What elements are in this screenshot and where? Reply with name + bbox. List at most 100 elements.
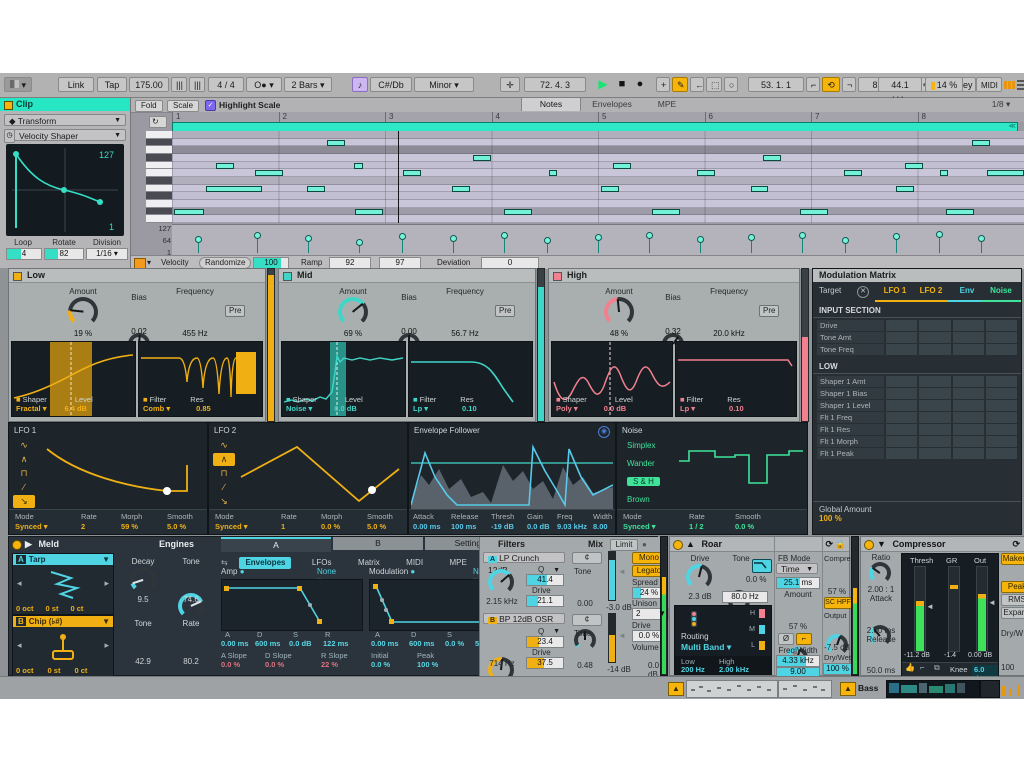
piano-key[interactable]	[146, 215, 172, 223]
amp-env-display[interactable]	[221, 579, 363, 631]
new-midi-icon[interactable]: +	[656, 77, 670, 92]
selection-box-icon[interactable]: ⬚	[706, 77, 722, 92]
division-menu[interactable]: 1/16 ▾	[86, 248, 128, 260]
expand-button[interactable]: Expand	[1001, 607, 1024, 619]
warning-triangle-icon[interactable]: ▲	[840, 682, 856, 696]
filter-display[interactable]: ■ FilterRes Lp ▾0.10	[408, 341, 533, 417]
midi-note[interactable]	[452, 186, 470, 192]
matrix-cell[interactable]	[919, 436, 950, 447]
band-header[interactable]: Low	[9, 269, 265, 283]
velocity-marker[interactable]	[598, 237, 599, 253]
window-mode-icon[interactable]: ▾	[4, 77, 32, 92]
velocity-marker[interactable]	[308, 238, 309, 253]
mode-value[interactable]: Synced ▾	[623, 522, 656, 531]
hot-swap-icon[interactable]: ⟳	[1012, 537, 1020, 551]
hamburger-menu-icon[interactable]	[1017, 80, 1024, 82]
velocity-marker[interactable]	[981, 238, 982, 253]
quantize-menu[interactable]: 2 Bars ▾	[284, 77, 332, 92]
matrix-cell[interactable]	[919, 412, 950, 423]
clip-thumbnail[interactable]	[686, 680, 778, 698]
cpu-meter-field[interactable]: 14 % ▾	[925, 77, 963, 92]
expand-icon[interactable]: ▲	[686, 539, 695, 549]
stop-button[interactable]: ■	[614, 77, 630, 92]
piano-key[interactable]	[146, 169, 172, 177]
matrix-cell[interactable]	[953, 412, 984, 423]
lfo2-curve[interactable]	[239, 435, 403, 509]
lfo-shape-sawdown-icon[interactable]: ↘	[13, 495, 35, 508]
velocity-marker[interactable]	[939, 234, 940, 253]
matrix-col-noise[interactable]: Noise	[981, 282, 1021, 302]
midi-note[interactable]	[896, 186, 914, 192]
shaper-display[interactable]: ■ ShaperLevel Poly ▾0.0 dB	[551, 341, 673, 417]
matrix-cell[interactable]	[919, 448, 950, 459]
matrix-cell[interactable]	[919, 424, 950, 435]
phase-invert-button[interactable]: Ø	[778, 633, 794, 645]
mix-b-slider-handle[interactable]: ◄	[618, 631, 626, 640]
midi-note[interactable]	[905, 163, 923, 169]
scale-mode-icon[interactable]: ♪	[352, 77, 368, 92]
fb-mode-menu[interactable]: Time▼	[776, 563, 818, 574]
tone-filter-icon[interactable]	[752, 559, 772, 573]
noise-option-brown[interactable]: Brown	[627, 495, 650, 504]
fold-button[interactable]: Fold	[135, 100, 163, 112]
mix-a-pan[interactable]: ¢	[572, 552, 602, 564]
tempo-field[interactable]: 175.00	[129, 77, 169, 92]
unison-menu[interactable]: 2▼	[632, 608, 669, 620]
noise-display[interactable]	[677, 437, 805, 509]
pre-button[interactable]: Pre	[759, 305, 779, 317]
compressor-title-bar[interactable]: ▼ Compressor ⟳	[861, 537, 1024, 552]
filter-a-type-menu[interactable]: ALP Crunch 12dB▼	[483, 552, 565, 563]
engine-b-tune[interactable]: 0 oct0 st0 ct	[13, 666, 113, 675]
midi-note[interactable]	[174, 209, 205, 215]
midi-note[interactable]	[601, 186, 619, 192]
engine-a-selector[interactable]: ATarp▼	[13, 554, 113, 565]
matrix-cell[interactable]	[953, 424, 984, 435]
piano-key[interactable]	[146, 154, 172, 162]
lfo-shape-sawup-icon[interactable]: ∕	[213, 481, 235, 494]
matrix-cell[interactable]	[986, 332, 1017, 343]
env-follower-display[interactable]	[411, 437, 613, 509]
matrix-cell[interactable]	[919, 388, 950, 399]
amount-knob[interactable]	[604, 297, 634, 327]
mix-b-volume-slider[interactable]	[608, 613, 616, 663]
lfo-shape-sawup-icon[interactable]: ∕	[13, 481, 35, 494]
smooth-value[interactable]: 5.0 %	[167, 522, 186, 531]
loop-toggle-icon[interactable]: ↻	[149, 116, 167, 128]
peak-button[interactable]: Peak	[1001, 581, 1024, 593]
midi-note[interactable]	[972, 140, 990, 146]
meld-title-bar[interactable]: ▶ Meld Engines	[9, 537, 219, 551]
midi-note[interactable]	[255, 170, 283, 176]
hot-swap-icon[interactable]: ⟳	[825, 537, 833, 551]
prev-engine-icon[interactable]: ◂	[17, 640, 22, 651]
piano-key[interactable]	[146, 185, 172, 193]
midi-note[interactable]	[613, 163, 631, 169]
nudge-up-icon[interactable]: |||	[189, 77, 205, 92]
piano-key[interactable]	[146, 131, 172, 139]
mix-a-volume-slider[interactable]	[608, 551, 616, 601]
matrix-cell[interactable]	[986, 388, 1017, 399]
lfo-shape-triangle-icon[interactable]: ∧	[13, 453, 35, 466]
back-to-arrangement-icon[interactable]: ←	[690, 77, 704, 92]
next-engine-icon[interactable]: ▸	[104, 578, 109, 589]
shaper-display[interactable]: ■ ShaperLevel Fractal ▾6.4 dB	[11, 341, 136, 417]
matrix-cell[interactable]	[953, 448, 984, 459]
groove-menu[interactable]: O● ▾	[246, 77, 282, 92]
noise-option-wander[interactable]: Wander	[627, 459, 655, 468]
tap-tempo-button[interactable]: Tap	[97, 77, 127, 92]
band-activator[interactable]	[13, 272, 22, 281]
matrix-cell[interactable]	[919, 332, 950, 343]
transfer-curve-icon[interactable]: ⌐	[920, 663, 925, 672]
velocity-marker[interactable]	[257, 235, 258, 253]
piano-key[interactable]	[146, 146, 172, 154]
mode-value[interactable]: Synced ▾	[215, 522, 248, 531]
expand-icon[interactable]: ▶	[25, 539, 32, 549]
velocity-marker[interactable]	[359, 242, 360, 253]
arrangement-position-field[interactable]: 72. 4. 3	[524, 77, 586, 92]
matrix-cell[interactable]	[919, 400, 950, 411]
shaper-display[interactable]: ■ ShaperLevel Noise ▾0.0 dB	[281, 341, 406, 417]
midi-note[interactable]	[549, 170, 558, 176]
device-activator[interactable]	[673, 540, 683, 550]
morph-value[interactable]: 59 %	[121, 522, 138, 531]
matrix-cell[interactable]	[886, 344, 917, 355]
device-activator[interactable]	[12, 540, 22, 550]
